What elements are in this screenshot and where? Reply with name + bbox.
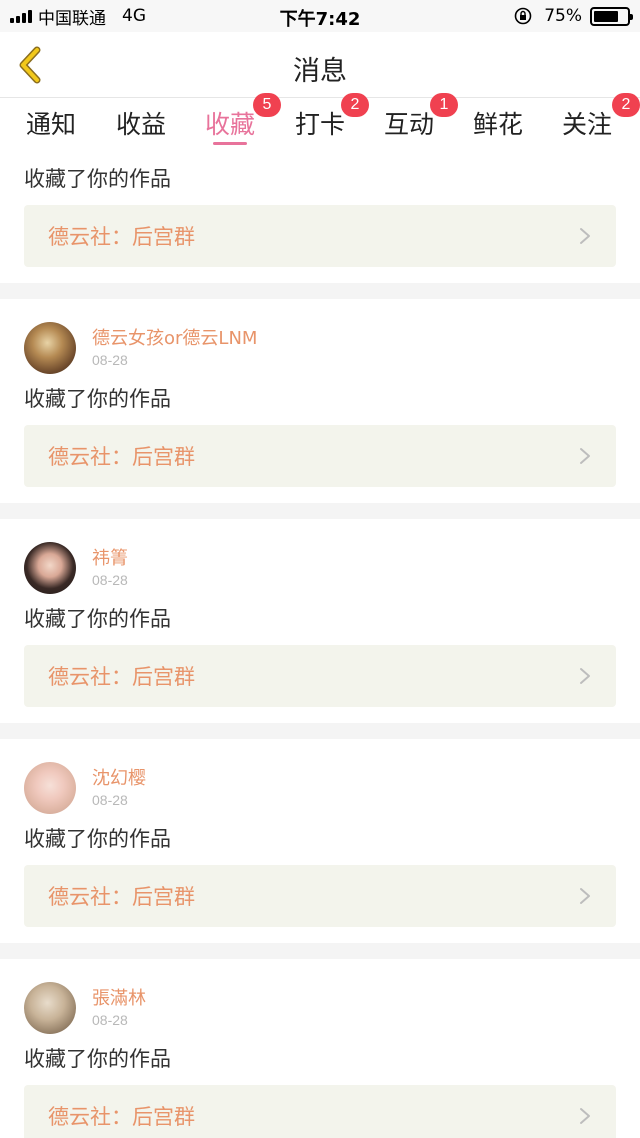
tab-earnings[interactable]: 收益 [116,105,166,149]
user-meta: 張滿林 08-28 [92,987,146,1029]
nav-header: 消息 [0,32,640,98]
tab-badge: 2 [612,93,640,117]
action-text: 收藏了你的作品 [24,607,171,631]
list-item: 祎箐 08-28 收藏了你的作品 德云社：后宫群 [0,519,640,723]
battery-icon [590,6,633,26]
divider [0,503,640,519]
status-bar: 中国联通 4G 下午7:42 75% [0,0,640,32]
status-right: 75% [514,6,633,26]
date: 08-28 [92,1012,128,1028]
date: 08-28 [92,352,128,368]
divider [0,723,640,739]
tab-flowers[interactable]: 鲜花 [473,105,523,149]
user-row: 張滿林 08-28 [24,981,616,1035]
action-text: 收藏了你的作品 [24,167,171,191]
avatar[interactable] [24,542,76,594]
date: 08-28 [92,572,128,588]
work-link[interactable]: 德云社：后宫群 [24,1085,616,1138]
date: 08-28 [92,792,128,808]
message-tabs: 通知 收益 收藏 5 打卡 2 互动 1 鲜花 关注 2 [0,93,640,151]
tab-label: 互动 [384,110,435,139]
tab-label: 通知 [26,110,77,139]
battery-fill [594,10,618,22]
tab-following[interactable]: 关注 2 [562,93,640,149]
work-title: 德云社：后宫群 [48,1105,195,1129]
action-text: 收藏了你的作品 [24,1047,171,1071]
tab-badge: 1 [430,93,458,117]
tab-label: 收益 [116,110,167,139]
list-item: 張滿林 08-28 收藏了你的作品 德云社：后宫群 [0,959,640,1138]
action-text: 收藏了你的作品 [24,387,171,411]
work-link[interactable]: 德云社：后宫群 [24,865,616,927]
list-item: 沈幻樱 08-28 收藏了你的作品 德云社：后宫群 [0,739,640,943]
username[interactable]: 沈幻樱 [92,767,146,791]
work-title: 德云社：后宫群 [48,885,195,909]
avatar[interactable] [24,762,76,814]
tab-badge: 5 [253,93,281,117]
chevron-right-icon [580,448,590,464]
work-link[interactable]: 德云社：后宫群 [24,205,616,267]
chevron-right-icon [580,888,590,904]
work-title: 德云社：后宫群 [48,665,195,689]
rotation-lock-icon [514,7,532,25]
tab-label: 打卡 [295,110,346,139]
user-meta: 德云女孩or德云LNM 08-28 [92,327,257,369]
divider [0,943,640,959]
tab-label: 鲜花 [473,110,524,139]
work-link[interactable]: 德云社：后宫群 [24,425,616,487]
avatar[interactable] [24,982,76,1034]
user-row: 沈幻樱 08-28 [24,761,616,815]
username[interactable]: 德云女孩or德云LNM [92,327,257,351]
chevron-right-icon [580,228,590,244]
avatar[interactable] [24,322,76,374]
active-tab-indicator [213,142,248,145]
tab-checkin[interactable]: 打卡 2 [295,93,369,149]
battery-percent: 75% [544,6,582,26]
tab-notifications[interactable]: 通知 [26,105,76,149]
tab-interactions[interactable]: 互动 1 [384,93,458,149]
user-meta: 沈幻樱 08-28 [92,767,146,809]
username[interactable]: 張滿林 [92,987,146,1011]
work-title: 德云社：后宫群 [48,445,195,469]
tab-badge: 2 [341,93,369,117]
work-title: 德云社：后宫群 [48,225,195,249]
divider [0,283,640,299]
chevron-right-icon [580,1108,590,1124]
chevron-right-icon [580,668,590,684]
list-item: 收藏了你的作品 德云社：后宫群 [0,151,640,283]
tab-label: 收藏 [205,110,256,139]
page-title: 消息 [293,56,347,87]
user-row: 德云女孩or德云LNM 08-28 [24,321,616,375]
favorites-feed: 收藏了你的作品 德云社：后宫群 德云女孩or德云LNM 08-28 收藏了你的作… [0,151,640,1138]
user-row: 祎箐 08-28 [24,541,616,595]
user-meta: 祎箐 08-28 [92,547,128,589]
tab-label: 关注 [562,110,613,139]
username[interactable]: 祎箐 [92,547,128,571]
action-text: 收藏了你的作品 [24,827,171,851]
work-link[interactable]: 德云社：后宫群 [24,645,616,707]
tab-favorites[interactable]: 收藏 5 [205,93,281,149]
list-item: 德云女孩or德云LNM 08-28 收藏了你的作品 德云社：后宫群 [0,299,640,503]
